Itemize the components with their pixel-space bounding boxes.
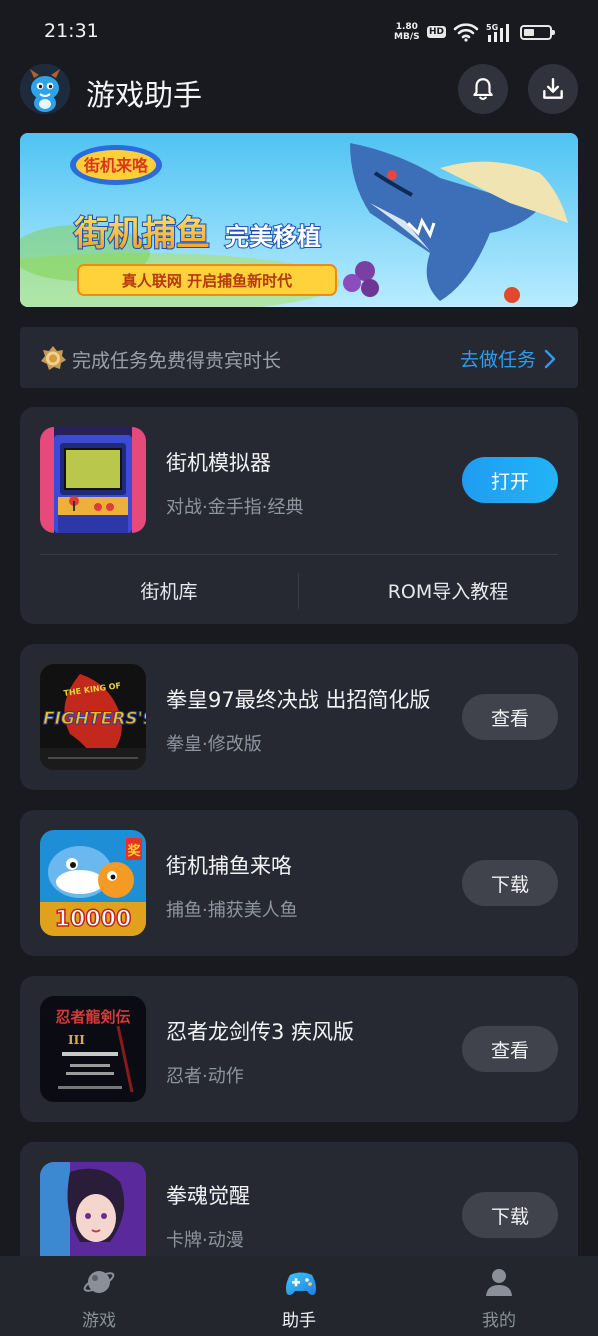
nav-label: 游戏	[82, 1311, 116, 1331]
game-title: 忍者龙剑传3 疾风版	[166, 1020, 355, 1044]
arcade-cabinet-icon	[40, 427, 146, 533]
fishing-cover-badge: 奖	[127, 843, 141, 859]
game-card[interactable]: 忍者龍剣伝 III 忍者龙剑传3 疾风版 忍者·动作 查看	[20, 976, 578, 1122]
game-thumbnail: THE KING OF FIGHTERS'97	[40, 664, 146, 770]
network-type-label: 5G	[486, 23, 498, 32]
nav-tab-games[interactable]: 游戏	[29, 1256, 169, 1336]
arcade-library-link[interactable]: 街机库	[20, 557, 318, 623]
kof-cover-title: FIGHTERS'97	[43, 709, 146, 729]
card-divider	[40, 554, 558, 555]
ninja-cover-title: 忍者龍剣伝	[55, 1008, 130, 1026]
game-card[interactable]: 奖 10000 街机捕鱼来咯 捕鱼·捕获美人鱼 下载	[20, 810, 578, 956]
kof97-cover-icon: THE KING OF FIGHTERS'97	[40, 664, 146, 770]
game-tags: 忍者·动作	[166, 1066, 244, 1087]
bell-icon	[473, 78, 493, 101]
game-tags: 拳皇·修改版	[166, 734, 262, 755]
open-emulator-button[interactable]: 打开	[462, 457, 558, 503]
download-icon	[543, 78, 563, 99]
game-thumbnail: 奖 10000	[40, 830, 146, 936]
banner-artwork: 街机来咯 街机捕鱼 完美移植 真人联网 开启捕鱼新时代	[20, 133, 578, 307]
status-bar: 21:31 1.80 MB/S HD 5G	[0, 0, 598, 66]
network-speed: 1.80 MB/S	[394, 22, 420, 42]
battery-level	[524, 29, 534, 36]
dragon-mascot-icon	[20, 64, 70, 114]
gamepad-icon	[286, 1272, 316, 1295]
network-speed-unit: MB/S	[394, 32, 420, 42]
nav-tab-profile[interactable]: 我的	[429, 1256, 569, 1336]
game-title: 拳魂觉醒	[166, 1184, 250, 1208]
task-strip[interactable]: 完成任务免费得贵宾时长 去做任务	[20, 327, 578, 388]
status-time: 21:31	[44, 20, 99, 42]
banner-logo-text: 街机来咯	[83, 156, 149, 175]
nav-label: 我的	[482, 1311, 516, 1331]
banner-headline-main: 街机捕鱼	[73, 214, 210, 254]
mascot-avatar[interactable]	[20, 64, 70, 114]
header: 游戏助手	[0, 62, 598, 118]
signal-icon: 5G	[486, 22, 512, 48]
banner-tagline: 真人联网 开启捕鱼新时代	[122, 272, 292, 290]
game-title: 街机捕鱼来咯	[166, 854, 292, 878]
emulator-card: 街机模拟器 对战·金手指·经典 打开 街机库 ROM导入教程	[20, 407, 578, 624]
view-button[interactable]: 查看	[462, 1026, 558, 1072]
game-title: 拳皇97最终决战 出招简化版	[166, 688, 431, 712]
fishing-cover-score: 10000	[55, 907, 132, 932]
view-button[interactable]: 查看	[462, 694, 558, 740]
game-tags: 捕鱼·捕获美人鱼	[166, 900, 298, 921]
game-card[interactable]: THE KING OF FIGHTERS'97 拳皇97最终决战 出招简化版 拳…	[20, 644, 578, 790]
user-icon	[486, 1269, 512, 1296]
planet-icon	[83, 1271, 115, 1293]
do-task-label: 去做任务	[459, 349, 536, 371]
hd-badge: HD	[427, 26, 447, 38]
ninja-gaiden-cover-icon: 忍者龍剣伝 III	[40, 996, 146, 1102]
game-tags: 卡牌·动漫	[166, 1230, 244, 1251]
nav-tab-assistant[interactable]: 助手	[229, 1256, 369, 1336]
rom-import-tutorial-link[interactable]: ROM导入教程	[318, 557, 578, 623]
game-thumbnail: 忍者龍剣伝 III	[40, 996, 146, 1102]
notification-button[interactable]	[458, 64, 508, 114]
promo-banner[interactable]: 街机来咯 街机捕鱼 完美移植 真人联网 开启捕鱼新时代	[20, 133, 578, 307]
banner-headline-sub: 完美移植	[225, 223, 321, 251]
game-logo: 街机来咯	[70, 145, 162, 185]
task-strip-text: 完成任务免费得贵宾时长	[72, 350, 282, 372]
game-card[interactable]: 拳魂觉醒 卡牌·动漫 下载	[20, 1142, 578, 1256]
emulator-title: 街机模拟器	[166, 451, 271, 475]
emulator-tags: 对战·金手指·经典	[166, 497, 304, 518]
wifi-icon	[453, 23, 479, 42]
nav-label: 助手	[282, 1311, 316, 1331]
fishing-cover-icon: 奖 10000	[40, 830, 146, 936]
bottom-nav: 游戏 助手 我的	[0, 1256, 598, 1336]
battery-icon	[520, 25, 555, 40]
chevron-right-icon	[544, 349, 556, 368]
download-manager-button[interactable]	[528, 64, 578, 114]
download-button[interactable]: 下载	[462, 1192, 558, 1238]
medal-icon	[41, 346, 66, 370]
link-separator	[298, 573, 299, 609]
game-thumbnail	[40, 1162, 146, 1256]
do-task-link[interactable]: 去做任务	[460, 345, 556, 372]
fist-soul-cover-icon	[40, 1162, 146, 1256]
page-title: 游戏助手	[86, 78, 203, 112]
download-button[interactable]: 下载	[462, 860, 558, 906]
ninja-cover-numeral: III	[68, 1033, 85, 1047]
emulator-thumbnail[interactable]	[40, 427, 146, 533]
network-speed-value: 1.80	[395, 22, 418, 32]
